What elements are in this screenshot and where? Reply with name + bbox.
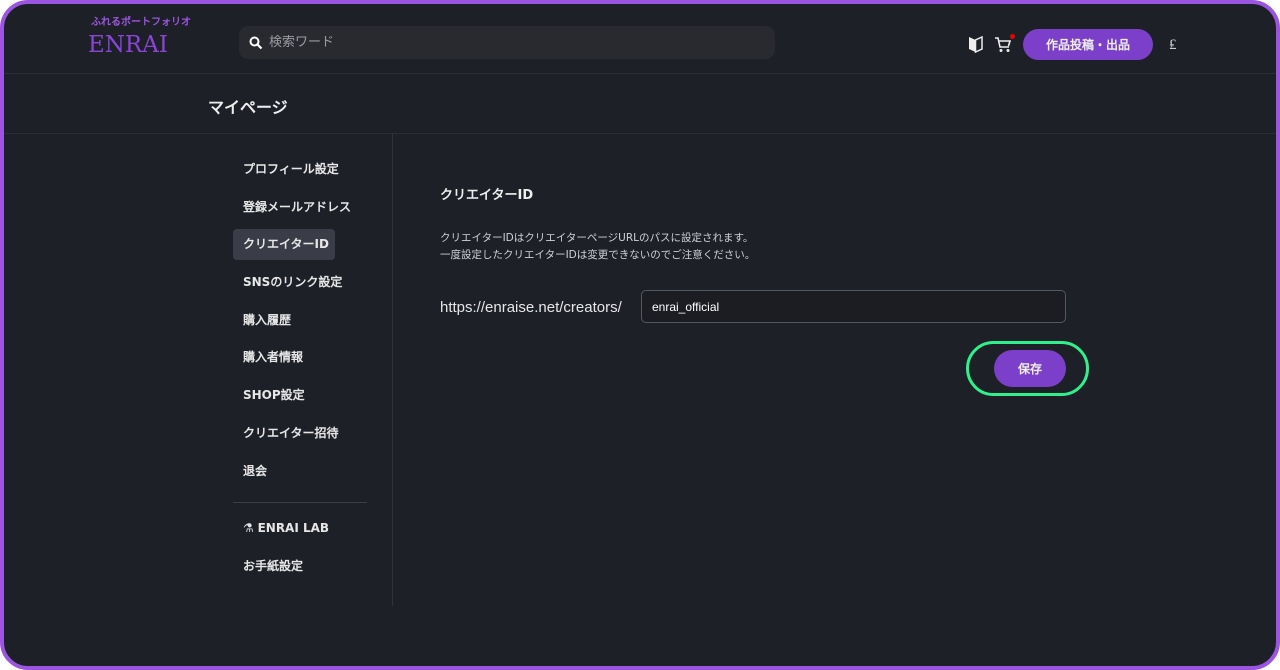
sidebar-item-label: ENRAI LAB: [257, 521, 330, 535]
section-title: クリエイターID: [440, 188, 534, 203]
sidebar-item-buyer-info[interactable]: 購入者情報: [233, 342, 335, 373]
divider: [392, 134, 393, 606]
description-line: クリエイターIDはクリエイターページURLのパスに設定されます。: [440, 232, 754, 244]
sidebar-item-creator-id[interactable]: クリエイターID: [233, 229, 335, 261]
sidebar-nav: プロフィール設定 登録メールアドレス クリエイターID SNSのリンク設定 購入…: [233, 154, 393, 493]
save-button[interactable]: 保存: [994, 350, 1066, 387]
cart-icon[interactable]: [994, 34, 1015, 57]
sidebar-item-shop[interactable]: SHOP設定: [233, 380, 335, 411]
sidebar-item-lab[interactable]: ⚗ ENRAI LAB: [233, 513, 335, 544]
sidebar-item-withdraw[interactable]: 退会: [233, 456, 335, 487]
sidebar-item-profile[interactable]: プロフィール設定: [233, 154, 339, 185]
post-work-button[interactable]: 作品投稿・出品: [1023, 29, 1153, 60]
logo-subtitle: ふれるポートフォリオ: [91, 17, 191, 28]
sidebar-item-invite[interactable]: クリエイター招待: [233, 418, 339, 449]
search-icon: [249, 36, 263, 49]
cart-badge: [1010, 34, 1015, 39]
sidebar-item-letter[interactable]: お手紙設定: [233, 551, 335, 582]
header: ふれるポートフォリオ ENRAI 作品投稿・出品 ₤: [4, 4, 1276, 74]
currency-icon[interactable]: ₤: [1169, 35, 1177, 54]
description: クリエイターIDはクリエイターページURLのパスに設定されます。 一度設定したクリ…: [440, 230, 755, 264]
sidebar-divider: [233, 502, 367, 503]
search-input[interactable]: [269, 35, 749, 50]
beginner-mark-icon[interactable]: [968, 35, 983, 57]
url-prefix: https://enraise.net/creators/: [440, 299, 622, 316]
page-header: マイページ: [4, 74, 1276, 134]
app-window: ふれるポートフォリオ ENRAI 作品投稿・出品 ₤ マイページ プロフィール設…: [0, 0, 1280, 670]
sidebar-item-purchase-history[interactable]: 購入履歴: [233, 305, 335, 336]
page-title: マイページ: [208, 98, 288, 117]
creator-id-input[interactable]: [641, 290, 1066, 323]
sidebar-item-sns[interactable]: SNSのリンク設定: [233, 267, 342, 298]
logo[interactable]: ENRAI: [88, 32, 168, 58]
description-line: 一度設定したクリエイターIDは変更できないのでご注意ください。: [440, 249, 756, 261]
sidebar-item-email[interactable]: 登録メールアドレス: [233, 192, 351, 223]
search-bar[interactable]: [239, 26, 775, 59]
flask-icon: ⚗: [243, 521, 258, 535]
